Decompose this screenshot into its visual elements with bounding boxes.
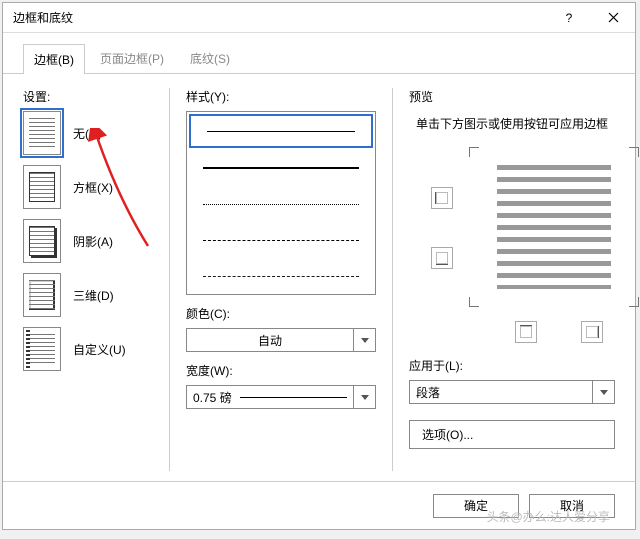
style-solid[interactable] bbox=[189, 114, 373, 148]
chevron-down-icon bbox=[600, 390, 608, 395]
setting-3d-thumb bbox=[23, 273, 61, 317]
apply-to-combo[interactable]: 段落 bbox=[409, 380, 615, 404]
setting-custom-thumb bbox=[23, 327, 61, 371]
setting-custom[interactable]: 自定义(U) bbox=[23, 327, 153, 371]
divider-1 bbox=[169, 88, 170, 471]
setting-none-label: 无(N) bbox=[73, 125, 102, 142]
setting-shadow-thumb bbox=[23, 219, 61, 263]
color-combo[interactable]: 自动 bbox=[186, 328, 376, 352]
style-column: 样式(Y): 颜色(C): 自动 宽度(W): 0.75 磅 bbox=[186, 88, 376, 471]
setting-shadow-label: 阴影(A) bbox=[73, 233, 113, 250]
style-dotted[interactable] bbox=[187, 186, 375, 222]
setting-shadow[interactable]: 阴影(A) bbox=[23, 219, 153, 263]
width-label: 宽度(W): bbox=[186, 362, 376, 379]
dialog-content: 设置: 无(N) 方框(X) 阴影(A) 三维(D) bbox=[3, 74, 635, 481]
tab-shading[interactable]: 底纹(S) bbox=[179, 43, 241, 73]
setting-custom-label: 自定义(U) bbox=[73, 341, 126, 358]
setting-box-thumb bbox=[23, 165, 61, 209]
preview-hint: 单击下方图示或使用按钮可应用边框 bbox=[409, 115, 615, 133]
style-listbox[interactable] bbox=[186, 111, 376, 295]
settings-label: 设置: bbox=[23, 88, 153, 105]
help-button[interactable]: ? bbox=[547, 3, 591, 33]
width-combo[interactable]: 0.75 磅 bbox=[186, 385, 376, 409]
apply-to-arrow[interactable] bbox=[592, 381, 614, 403]
edge-button-left[interactable] bbox=[515, 321, 537, 343]
setting-box[interactable]: 方框(X) bbox=[23, 165, 153, 209]
style-dashed[interactable] bbox=[187, 222, 375, 258]
ok-button[interactable]: 确定 bbox=[433, 494, 519, 518]
edge-button-top[interactable] bbox=[431, 187, 453, 209]
setting-3d-label: 三维(D) bbox=[73, 287, 114, 304]
setting-3d[interactable]: 三维(D) bbox=[23, 273, 153, 317]
close-button[interactable] bbox=[591, 3, 635, 33]
setting-none[interactable]: 无(N) bbox=[23, 111, 153, 155]
setting-none-thumb bbox=[23, 111, 61, 155]
tab-borders[interactable]: 边框(B) bbox=[23, 44, 85, 74]
apply-to-label: 应用于(L): bbox=[409, 357, 615, 374]
settings-column: 设置: 无(N) 方框(X) 阴影(A) 三维(D) bbox=[23, 88, 153, 471]
width-combo-arrow[interactable] bbox=[353, 386, 375, 408]
divider-2 bbox=[392, 88, 393, 471]
cancel-button[interactable]: 取消 bbox=[529, 494, 615, 518]
preview-page[interactable] bbox=[469, 147, 639, 307]
setting-box-label: 方框(X) bbox=[73, 179, 113, 196]
dialog-footer: 确定 取消 bbox=[3, 481, 635, 529]
edge-button-bottom[interactable] bbox=[431, 247, 453, 269]
preview-area bbox=[409, 147, 615, 337]
color-combo-arrow[interactable] bbox=[353, 329, 375, 351]
chevron-down-icon bbox=[361, 338, 369, 343]
preview-label: 预览 bbox=[409, 88, 615, 105]
close-icon bbox=[608, 12, 619, 23]
borders-shading-dialog: 边框和底纹 ? 边框(B) 页面边框(P) 底纹(S) 设置: 无(N) 方框(… bbox=[2, 2, 636, 530]
options-button[interactable]: 选项(O)... bbox=[409, 420, 615, 449]
tab-bar: 边框(B) 页面边框(P) 底纹(S) bbox=[3, 33, 635, 74]
titlebar: 边框和底纹 ? bbox=[3, 3, 635, 33]
dialog-title: 边框和底纹 bbox=[13, 9, 547, 26]
apply-to-value: 段落 bbox=[410, 384, 592, 401]
chevron-down-icon bbox=[361, 395, 369, 400]
width-value: 0.75 磅 bbox=[187, 389, 353, 406]
preview-column: 预览 单击下方图示或使用按钮可应用边框 应用于(L): 段落 选项(O)... bbox=[409, 88, 615, 471]
color-value: 自动 bbox=[187, 332, 353, 349]
color-label: 颜色(C): bbox=[186, 305, 376, 322]
style-dashdot[interactable] bbox=[187, 258, 375, 294]
style-label: 样式(Y): bbox=[186, 88, 376, 105]
style-thick[interactable] bbox=[187, 150, 375, 186]
edge-button-right[interactable] bbox=[581, 321, 603, 343]
tab-page-borders[interactable]: 页面边框(P) bbox=[89, 43, 175, 73]
